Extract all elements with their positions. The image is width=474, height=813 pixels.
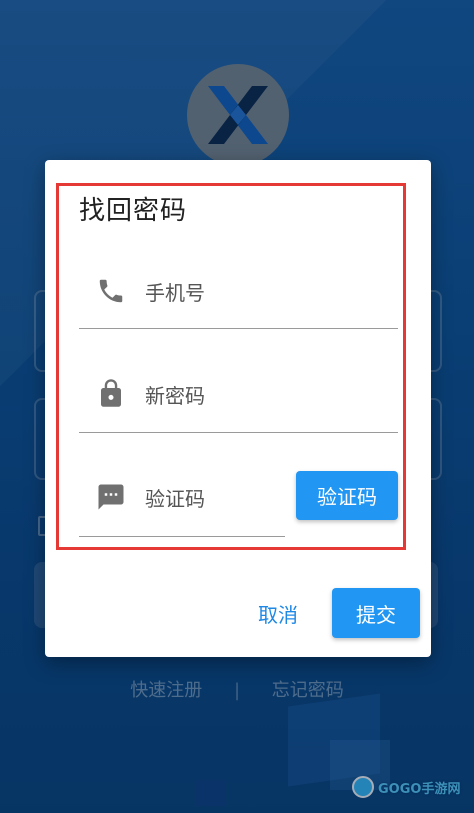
phone-icon	[96, 276, 126, 310]
verification-code-field[interactable]: 验证码	[79, 478, 289, 538]
phone-field[interactable]: 手机号	[79, 272, 399, 330]
phone-placeholder: 手机号	[145, 281, 205, 305]
verification-code-placeholder: 验证码	[145, 487, 205, 511]
get-code-button[interactable]: 验证码	[296, 471, 398, 520]
new-password-placeholder: 新密码	[145, 384, 205, 408]
submit-button[interactable]: 提交	[332, 588, 420, 638]
cancel-button[interactable]: 取消	[250, 596, 306, 630]
new-password-underline	[79, 432, 398, 433]
new-password-field[interactable]: 新密码	[79, 375, 399, 433]
dialog-title: 找回密码	[79, 196, 188, 226]
lock-icon	[96, 376, 126, 414]
verification-code-underline	[79, 536, 285, 537]
message-icon	[96, 482, 126, 516]
phone-underline	[79, 328, 398, 329]
